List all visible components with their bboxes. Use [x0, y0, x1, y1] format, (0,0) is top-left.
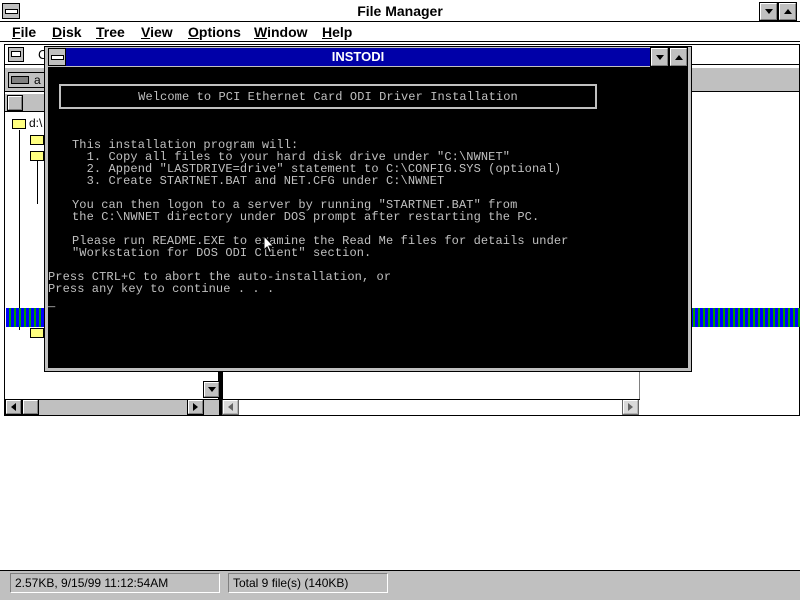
menu-disk[interactable]: Disk: [52, 24, 82, 40]
tree-scroll-right-button[interactable]: [187, 399, 204, 415]
dos-line: the C:\NWNET directory under DOS prompt …: [72, 210, 540, 224]
progress-stripe-left: [6, 308, 46, 327]
maximize-icon: [783, 9, 792, 14]
dos-minimize-button[interactable]: [650, 47, 669, 67]
folder-icon-root: [12, 119, 26, 129]
minimize-icon: [764, 9, 773, 14]
status-total-files: Total 9 file(s) (140KB): [228, 573, 388, 593]
menu-help[interactable]: Help: [322, 24, 352, 40]
tree-root-label: d:\: [29, 116, 43, 130]
minimize-icon: [655, 54, 664, 60]
tree-line: [19, 130, 20, 330]
menu-window[interactable]: Window: [254, 24, 308, 40]
mouse-pointer-icon: [263, 235, 275, 254]
menu-options[interactable]: Options: [188, 24, 241, 40]
dos-line: "Workstation for DOS ODI Client" section…: [72, 246, 372, 260]
dos-window-system-button[interactable]: [48, 48, 66, 66]
maximize-button[interactable]: [778, 2, 797, 21]
files-scroll-left-button[interactable]: [222, 399, 239, 415]
menu-file[interactable]: File: [12, 24, 36, 40]
dos-line: 3. Create STARTNET.BAT and NET.CFG under…: [72, 174, 445, 188]
maximize-icon: [674, 54, 683, 60]
scroll-right-icon: [628, 403, 633, 411]
floppy-drive-icon: [11, 76, 29, 84]
folder-icon: [30, 135, 44, 145]
tree-scroll-thumb[interactable]: [22, 399, 39, 415]
drive-window-system-button[interactable]: [8, 47, 24, 62]
system-menu-icon: [50, 54, 64, 60]
dos-cursor: _: [48, 296, 56, 310]
status-selected-file: 2.57KB, 9/15/99 11:12:54AM: [10, 573, 220, 593]
tree-scroll-down-button[interactable]: [203, 381, 220, 398]
dos-maximize-button[interactable]: [669, 47, 688, 67]
tree-scroll-left-button[interactable]: [5, 399, 22, 415]
drive-icon: [11, 51, 21, 57]
title-bar: File Manager: [0, 0, 800, 22]
files-hscrollbar[interactable]: [222, 399, 640, 415]
scroll-down-icon: [207, 387, 216, 392]
tree-header-button[interactable]: [7, 95, 23, 111]
scroll-right-icon: [193, 403, 198, 411]
dos-window-title: INSTODI: [331, 49, 385, 64]
tree-line: [37, 160, 38, 204]
files-scroll-right-button[interactable]: [622, 399, 639, 415]
drive-letter: a: [34, 73, 41, 87]
scroll-left-icon: [228, 403, 233, 411]
welcome-banner: Welcome to PCI Ethernet Card ODI Driver …: [138, 90, 518, 104]
menu-tree[interactable]: Tree: [96, 24, 125, 40]
scroll-left-icon: [11, 403, 16, 411]
menu-view[interactable]: View: [141, 24, 173, 40]
minimize-button[interactable]: [759, 2, 778, 21]
window-title: File Manager: [357, 3, 443, 19]
folder-icon: [30, 328, 44, 338]
dos-prompt-line: Press any key to continue . . .: [48, 282, 275, 296]
progress-stripe-right: [690, 308, 800, 327]
drive-a-button[interactable]: a: [8, 72, 46, 88]
